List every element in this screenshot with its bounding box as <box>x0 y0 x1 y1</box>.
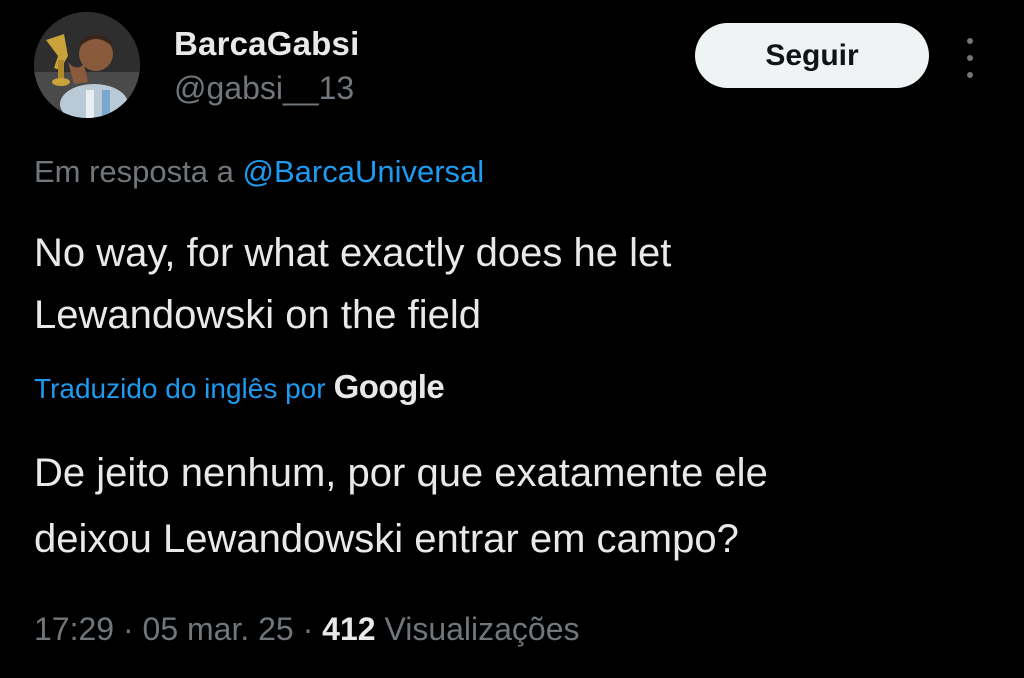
translated-text: De jeito nenhum, por que exatamente ele … <box>34 440 994 572</box>
author-names: BarcaGabsi @gabsi__13 <box>174 24 359 110</box>
author-handle[interactable]: @gabsi__13 <box>174 66 359 110</box>
meta-separator: · <box>122 611 134 647</box>
more-dot <box>967 55 973 61</box>
follow-button[interactable]: Seguir <box>695 23 929 88</box>
views-count[interactable]: 412 <box>322 611 375 647</box>
author-display-name[interactable]: BarcaGabsi <box>174 24 359 64</box>
google-logo: Google <box>333 368 445 405</box>
tweet-time[interactable]: 17:29 <box>34 611 114 647</box>
avatar[interactable] <box>34 12 140 118</box>
user-avatar-icon <box>34 12 140 118</box>
tweet-meta: 17:29 · 05 mar. 25 · 412 Visualizações <box>34 604 580 654</box>
translation-attribution[interactable]: Traduzido do inglês por Google <box>34 365 445 411</box>
tweet-text-line: Lewandowski on the field <box>34 293 481 337</box>
reply-mention-link[interactable]: @BarcaUniversal <box>243 154 485 189</box>
translated-text-line: deixou Lewandowski entrar em campo? <box>34 517 739 561</box>
reply-context: Em resposta a @BarcaUniversal <box>34 150 484 194</box>
tweet-text: No way, for what exactly does he let Lew… <box>34 222 994 346</box>
translation-label[interactable]: Traduzido do inglês por <box>34 367 326 411</box>
views-label[interactable]: Visualizações <box>384 611 579 647</box>
tweet-header: BarcaGabsi @gabsi__13 Seguir <box>34 12 994 122</box>
translated-text-line: De jeito nenhum, por que exatamente ele <box>34 451 768 495</box>
more-dot <box>967 38 973 44</box>
tweet-text-line: No way, for what exactly does he let <box>34 231 672 275</box>
more-vertical-icon[interactable] <box>958 38 982 78</box>
more-dot <box>967 72 973 78</box>
meta-separator: · <box>302 611 314 647</box>
reply-prefix: Em resposta a <box>34 154 234 189</box>
tweet-date[interactable]: 05 mar. 25 <box>143 611 294 647</box>
